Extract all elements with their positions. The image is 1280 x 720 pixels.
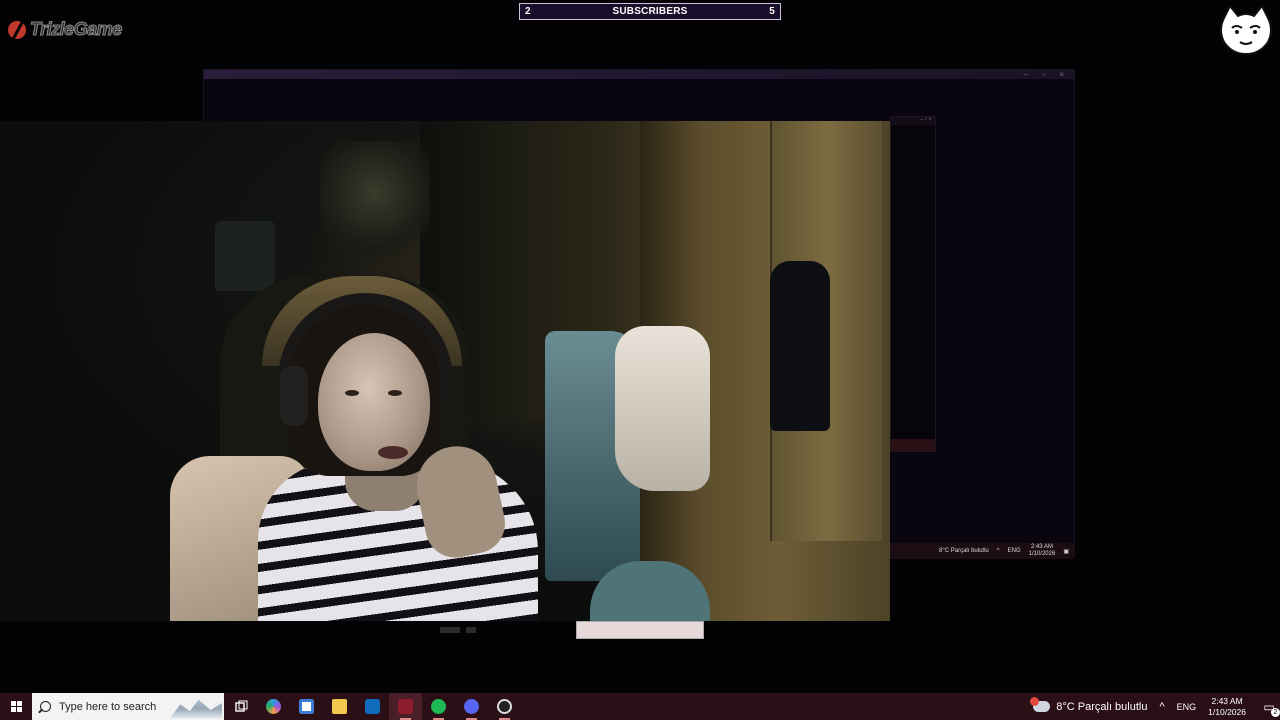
nested-window-controls-icon: – ▫ ×	[891, 117, 935, 125]
captured-window-titlebar: – ▫ ×	[204, 70, 1074, 79]
clock-time: 2:43 AM	[1211, 695, 1243, 706]
weather-text: 8°C Parçalı bulutlu	[1056, 700, 1148, 713]
strip-segment	[466, 627, 476, 633]
discord-button[interactable]	[455, 693, 488, 720]
captured-pink-tab	[576, 621, 704, 639]
brand-wordmark: TrizleGame	[30, 19, 123, 40]
mini-date: 1/10/2026	[1028, 551, 1056, 557]
strip-segment	[440, 627, 460, 633]
mini-notification-icon: ▣	[1063, 548, 1069, 555]
window-controls-icon: – ▫ ×	[1023, 70, 1070, 79]
outlook-icon	[365, 699, 380, 714]
file-explorer-icon	[332, 699, 347, 714]
nested-capture-window: – ▫ ×	[890, 116, 936, 452]
subscribers-title: SUBSCRIBERS	[612, 6, 688, 17]
subscribers-left-count: 2	[525, 6, 531, 17]
captured-mini-taskbar: 8°C Parçalı bulutlu ^ ENG 2:43 AM 1/10/2…	[890, 543, 1075, 559]
windows-logo-icon	[10, 701, 22, 712]
file-explorer-button[interactable]	[323, 693, 356, 720]
cat-mascot-icon	[1220, 4, 1272, 56]
webcam-lamp	[215, 221, 275, 291]
start-button[interactable]	[0, 693, 32, 720]
obs-icon	[497, 699, 512, 714]
stream-brand-logo: TrizleGame	[8, 19, 123, 40]
notification-center-button[interactable]: ▭ 2	[1258, 693, 1280, 720]
red-app-icon	[398, 699, 413, 714]
microsoft-store-button[interactable]	[290, 693, 323, 720]
taskbar-clock[interactable]: 2:43 AM 1/10/2026	[1208, 696, 1246, 718]
task-view-icon	[234, 700, 247, 712]
search-icon	[40, 701, 51, 712]
copilot-icon	[266, 699, 281, 714]
notification-count-badge: 2	[1271, 708, 1280, 717]
spotify-button[interactable]	[422, 693, 455, 720]
clock-date: 1/10/2026	[1208, 706, 1246, 717]
mini-time: 2:43 AM	[1030, 544, 1053, 550]
mini-lang: ENG	[1007, 548, 1021, 554]
brand-mark-icon	[8, 20, 26, 39]
system-tray: 8°C Parçalı bulutlu ^ ENG 2:43 AM 1/10/2…	[1030, 693, 1280, 720]
weather-widget[interactable]: 8°C Parçalı bulutlu	[1030, 697, 1148, 713]
windows-taskbar: Type here to search 8°C Parçalı bulutlu …	[0, 693, 1280, 720]
subscribers-right-count: 5	[769, 6, 775, 17]
webcam-headset-earcup	[280, 366, 308, 426]
taskbar-search-box[interactable]: Type here to search	[32, 693, 224, 720]
obs-button[interactable]	[488, 693, 521, 720]
red-app-button[interactable]	[389, 693, 422, 720]
show-hidden-icons-chevron-icon[interactable]: ^	[1159, 701, 1164, 713]
outlook-button[interactable]	[356, 693, 389, 720]
webcam-white-clothes	[615, 326, 710, 491]
nested-mini-taskbar	[891, 439, 935, 451]
webcam-plant	[320, 141, 430, 271]
subscribers-goal-bar: 2 SUBSCRIBERS 5	[519, 3, 781, 20]
store-icon	[299, 699, 314, 714]
copilot-button[interactable]	[257, 693, 290, 720]
mini-clock: 2:43 AM 1/10/2026	[1029, 544, 1056, 558]
input-language[interactable]: ENG	[1177, 702, 1197, 712]
webcam-person-lips	[378, 446, 408, 459]
mini-weather-text: 8°C Parçalı bulutlu	[939, 548, 989, 554]
webcam-feed	[0, 121, 890, 621]
spotify-icon	[431, 699, 446, 714]
search-highlight-image	[170, 699, 222, 718]
mini-chevron-icon: ^	[996, 548, 1000, 554]
search-placeholder: Type here to search	[59, 700, 157, 713]
webcam-hanging-jacket	[770, 261, 830, 431]
discord-icon	[464, 699, 479, 714]
task-view-button[interactable]	[224, 693, 257, 720]
weather-cloud-icon	[1030, 697, 1051, 712]
